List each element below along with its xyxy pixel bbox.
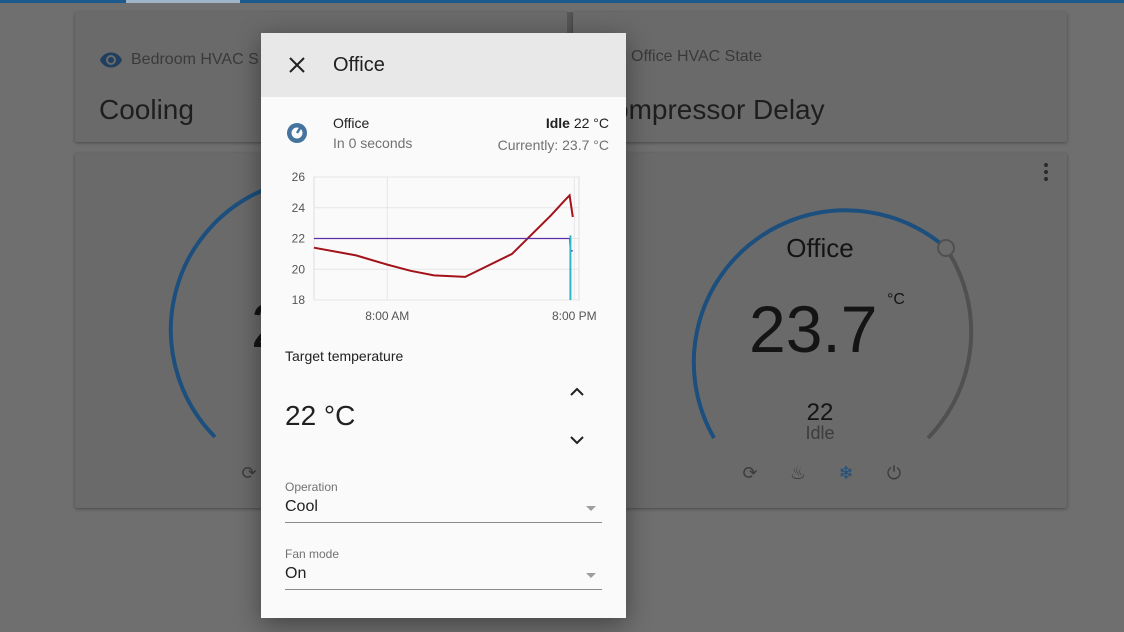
mode-buttons: ⟳ ♨ ❄ ⏻ [738, 461, 906, 485]
x-tick-label: 8:00 AM [365, 309, 409, 323]
history-chart[interactable]: 26 24 22 20 18 8:00 AM 8:00 PM [261, 163, 626, 333]
auto-mode-icon[interactable]: ⟳ [237, 461, 261, 485]
active-tab-indicator [126, 0, 240, 3]
eye-icon [100, 52, 122, 68]
operation-select[interactable]: Cool [285, 496, 602, 523]
fan-mode-value: On [285, 565, 307, 582]
dialog-title: Office [333, 54, 385, 76]
auto-mode-icon[interactable]: ⟳ [738, 461, 762, 485]
more-info-dialog: Office Office In 0 seconds Idle 22 °C Cu… [261, 33, 626, 618]
chevron-down-icon[interactable] [565, 428, 589, 452]
dialog-header: Office [261, 33, 626, 97]
fan-mode-select[interactable]: On [285, 563, 602, 590]
temperature-unit: °C [887, 291, 905, 308]
card-state-value: ompressor Delay [613, 94, 825, 125]
card-state-value: Cooling [99, 94, 194, 125]
dropdown-arrow-icon [586, 573, 596, 578]
fan-mode-label: Fan mode [285, 547, 340, 561]
x-tick-label: 8:00 PM [552, 309, 597, 323]
card-header: Office HVAC State [631, 48, 762, 66]
chevron-up-icon[interactable] [565, 380, 589, 404]
card-title: Bedroom HVAC S [131, 51, 259, 68]
entity-name: Office [333, 115, 370, 131]
power-off-icon[interactable]: ⏻ [882, 461, 906, 485]
y-tick-label: 24 [292, 201, 306, 215]
cool-mode-icon[interactable]: ❄ [834, 461, 858, 485]
office-thermostat-card[interactable]: Office 23.7 °C 22 Idle ⟳ ♨ ❄ ⏻ [573, 153, 1067, 508]
operation-value: Cool [285, 498, 318, 515]
state-target: 22 °C [573, 115, 609, 131]
hvac-status: Idle [805, 423, 835, 443]
target-temperature-value: 22 °C [285, 400, 356, 431]
heat-mode-icon[interactable]: ♨ [786, 461, 810, 485]
state-label: Idle [545, 115, 570, 131]
office-hvac-state-card[interactable]: Office HVAC State ompressor Delay [573, 12, 1067, 142]
y-tick-label: 22 [292, 232, 306, 246]
y-tick-label: 20 [292, 262, 306, 276]
target-temperature-label: Target temperature [285, 348, 404, 364]
operation-label: Operation [285, 480, 338, 494]
current-temperature: 23.7 [749, 292, 878, 366]
close-icon[interactable] [285, 53, 309, 77]
dropdown-arrow-icon [586, 506, 596, 511]
last-changed: In 0 seconds [333, 135, 413, 151]
thermostat-icon [287, 123, 307, 143]
series-line-1 [314, 237, 573, 252]
card-header: Bedroom HVAC S [99, 48, 259, 72]
y-tick-label: 18 [292, 293, 306, 307]
thermostat-name: Office [786, 233, 854, 263]
y-tick-label: 26 [292, 170, 306, 184]
card-title: Office HVAC State [631, 48, 763, 65]
mode-buttons: ⟳ [237, 461, 261, 485]
current-temperature-readout: Currently: 23.7 °C [497, 137, 609, 153]
entity-state: Idle 22 °C [546, 115, 609, 131]
